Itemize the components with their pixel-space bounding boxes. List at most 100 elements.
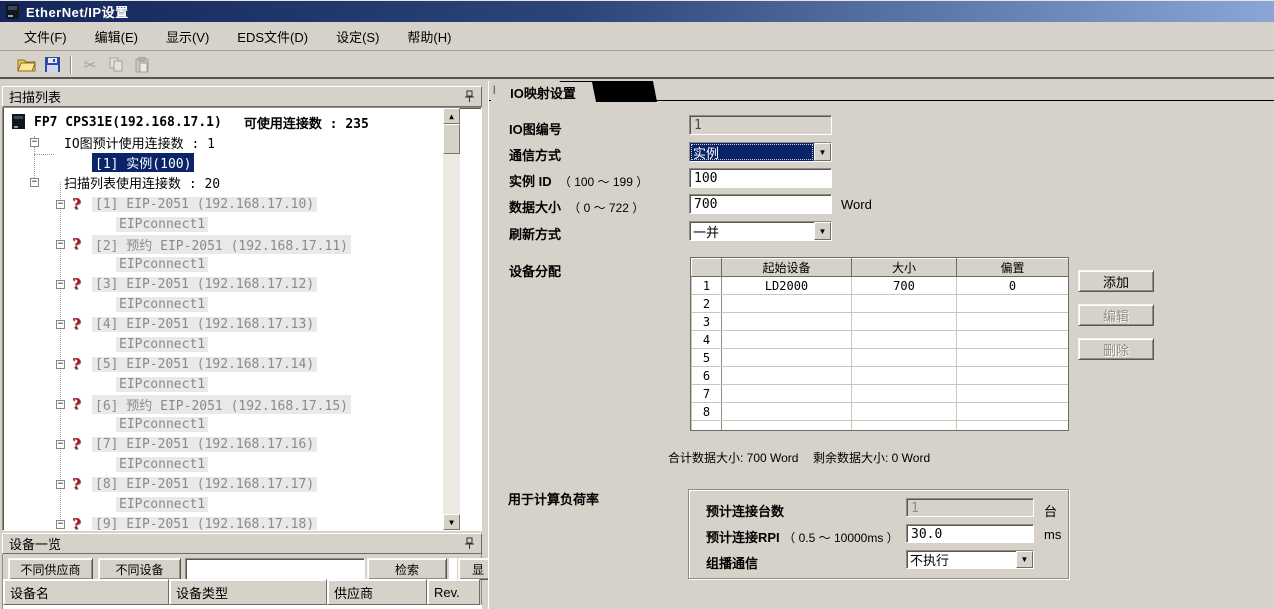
tree-node-io-branch[interactable]: IO图预计使用连接数 : 1 bbox=[64, 132, 215, 152]
alloc-cell[interactable]: 8 bbox=[692, 403, 722, 421]
device-col-header-1[interactable]: 设备类型 bbox=[169, 579, 327, 605]
collapse-toggle[interactable]: − bbox=[56, 400, 65, 409]
alloc-cell[interactable] bbox=[957, 367, 1069, 385]
menu-item-2[interactable]: 显示(V) bbox=[156, 24, 219, 49]
alloc-cell[interactable] bbox=[722, 313, 852, 331]
tree-node-instance-selected[interactable]: [1] 实例(100) bbox=[92, 152, 194, 172]
device-filter-button[interactable]: 不同设备 bbox=[98, 558, 181, 580]
alloc-cell[interactable] bbox=[852, 313, 957, 331]
alloc-row[interactable]: 8 bbox=[692, 403, 1069, 421]
alloc-cell[interactable] bbox=[722, 367, 852, 385]
alloc-cell[interactable] bbox=[722, 385, 852, 403]
scroll-up-button[interactable]: ▲ bbox=[443, 108, 460, 124]
instance-id-field[interactable]: 100 bbox=[689, 168, 832, 188]
menu-item-5[interactable]: 帮助(H) bbox=[397, 24, 461, 49]
pin-icon[interactable] bbox=[464, 90, 475, 103]
multicast-select[interactable]: 不执行 ▼ bbox=[906, 550, 1034, 569]
alloc-row[interactable]: 4 bbox=[692, 331, 1069, 349]
tree-node-eipconnect[interactable]: EIPconnect1 bbox=[116, 294, 208, 314]
add-button[interactable]: 添加 bbox=[1078, 270, 1154, 292]
alloc-row[interactable]: 2 bbox=[692, 295, 1069, 313]
alloc-cell[interactable]: 4 bbox=[692, 331, 722, 349]
menu-item-4[interactable]: 设定(S) bbox=[326, 24, 389, 49]
tree-node-connection[interactable]: [1] EIP-2051 (192.168.17.10) bbox=[92, 194, 317, 214]
alloc-row[interactable]: 1LD20007000 bbox=[692, 277, 1069, 295]
alloc-cell[interactable]: 2 bbox=[692, 295, 722, 313]
alloc-cell[interactable] bbox=[957, 313, 1069, 331]
scroll-down-button[interactable]: ▼ bbox=[443, 514, 460, 530]
collapse-toggle[interactable]: − bbox=[56, 200, 65, 209]
device-col-header-0[interactable]: 设备名 bbox=[3, 579, 169, 605]
tree-node-connection[interactable]: [2] 预约 EIP-2051 (192.168.17.11) bbox=[92, 234, 351, 254]
open-file-button[interactable] bbox=[14, 54, 38, 76]
refresh-method-select[interactable]: 一并 ▼ bbox=[689, 221, 832, 241]
device-col-header-2[interactable]: 供应商 bbox=[327, 579, 427, 605]
tree-scrollbar[interactable]: ▲ ▼ bbox=[443, 108, 460, 530]
alloc-cell[interactable] bbox=[852, 385, 957, 403]
data-size-field[interactable]: 700 bbox=[689, 194, 832, 214]
collapse-toggle[interactable]: − bbox=[56, 520, 65, 529]
alloc-row[interactable]: 3 bbox=[692, 313, 1069, 331]
tree-node-connection[interactable]: [8] EIP-2051 (192.168.17.17) bbox=[92, 474, 317, 494]
alloc-cell[interactable] bbox=[722, 331, 852, 349]
tree-node-connection[interactable]: [9] EIP-2051 (192.168.17.18) bbox=[92, 514, 317, 530]
tree-node-eipconnect[interactable]: EIPconnect1 bbox=[116, 254, 208, 274]
alloc-cell[interactable] bbox=[722, 403, 852, 421]
menu-item-1[interactable]: 编辑(E) bbox=[85, 24, 148, 49]
collapse-toggle[interactable]: − bbox=[56, 360, 65, 369]
expected-rpi-field[interactable]: 30.0 bbox=[906, 524, 1034, 543]
collapse-toggle[interactable]: − bbox=[56, 320, 65, 329]
tab-io-mapping[interactable]: IO映射设置 bbox=[490, 82, 596, 102]
paste-button[interactable] bbox=[130, 54, 154, 76]
delete-button[interactable]: 删除 bbox=[1078, 338, 1154, 360]
alloc-row[interactable]: 5 bbox=[692, 349, 1069, 367]
alloc-cell[interactable]: 6 bbox=[692, 367, 722, 385]
alloc-cell[interactable] bbox=[957, 385, 1069, 403]
alloc-cell[interactable]: 3 bbox=[692, 313, 722, 331]
tree-node-connection[interactable]: [5] EIP-2051 (192.168.17.14) bbox=[92, 354, 317, 374]
alloc-cell[interactable] bbox=[957, 349, 1069, 367]
alloc-cell[interactable] bbox=[957, 331, 1069, 349]
tree-node-scan-branch[interactable]: 扫描列表使用连接数 : 20 bbox=[64, 172, 220, 192]
tree-node-connection[interactable]: [3] EIP-2051 (192.168.17.12) bbox=[92, 274, 317, 294]
collapse-toggle[interactable]: − bbox=[56, 440, 65, 449]
alloc-cell[interactable]: 0 bbox=[957, 277, 1069, 295]
alloc-cell[interactable] bbox=[957, 295, 1069, 313]
alloc-cell[interactable] bbox=[692, 421, 722, 432]
alloc-cell[interactable] bbox=[852, 295, 957, 313]
alloc-row[interactable] bbox=[692, 421, 1069, 432]
alloc-cell[interactable] bbox=[722, 295, 852, 313]
device-search-input[interactable] bbox=[185, 558, 365, 580]
alloc-cell[interactable]: 7 bbox=[692, 385, 722, 403]
tree-node-connection[interactable]: [4] EIP-2051 (192.168.17.13) bbox=[92, 314, 317, 334]
chevron-down-icon[interactable]: ▼ bbox=[814, 222, 831, 240]
tree-node-eipconnect[interactable]: EIPconnect1 bbox=[116, 334, 208, 354]
tree-node-connection[interactable]: [7] EIP-2051 (192.168.17.16) bbox=[92, 434, 317, 454]
alloc-cell[interactable] bbox=[722, 349, 852, 367]
tree-node-eipconnect[interactable]: EIPconnect1 bbox=[116, 214, 208, 234]
alloc-cell[interactable] bbox=[852, 421, 957, 432]
alloc-cell[interactable] bbox=[957, 403, 1069, 421]
device-col-header-3[interactable]: Rev. bbox=[427, 579, 480, 605]
collapse-toggle[interactable]: − bbox=[56, 280, 65, 289]
save-button[interactable] bbox=[40, 54, 64, 76]
alloc-cell[interactable]: LD2000 bbox=[722, 277, 852, 295]
title-bar[interactable]: EtherNet/IP设置 bbox=[0, 0, 1274, 22]
cut-button[interactable]: ✂ bbox=[78, 54, 102, 76]
alloc-cell[interactable] bbox=[852, 403, 957, 421]
scrollbar-thumb[interactable] bbox=[443, 124, 460, 154]
collapse-toggle[interactable]: − bbox=[56, 240, 65, 249]
tree-node-connection[interactable]: [6] 预约 EIP-2051 (192.168.17.15) bbox=[92, 394, 351, 414]
tree-node-eipconnect[interactable]: EIPconnect1 bbox=[116, 374, 208, 394]
tree-node-eipconnect[interactable]: EIPconnect1 bbox=[116, 414, 208, 434]
alloc-row[interactable]: 7 bbox=[692, 385, 1069, 403]
alloc-cell[interactable]: 5 bbox=[692, 349, 722, 367]
comm-method-select[interactable]: 实例 ▼ bbox=[689, 142, 832, 162]
edit-button[interactable]: 编辑 bbox=[1078, 304, 1154, 326]
copy-button[interactable] bbox=[104, 54, 128, 76]
menu-item-3[interactable]: EDS文件(D) bbox=[227, 24, 318, 49]
search-button[interactable]: 检索 bbox=[367, 558, 447, 580]
alloc-cell[interactable]: 1 bbox=[692, 277, 722, 295]
alloc-cell[interactable] bbox=[957, 421, 1069, 432]
chevron-down-icon[interactable]: ▼ bbox=[1016, 551, 1033, 568]
